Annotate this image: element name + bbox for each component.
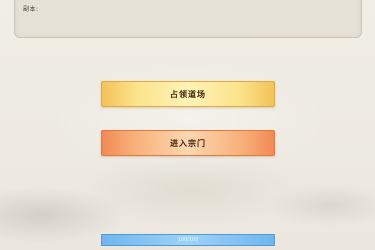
info-panel-text: 副本: xyxy=(23,6,39,13)
occupy-dojo-button[interactable]: 占领道场 xyxy=(101,81,275,107)
game-scene: 副本: 占领道场 进入宗门 100/100 xyxy=(0,0,375,250)
enter-sect-button-label: 进入宗门 xyxy=(170,138,206,148)
occupy-dojo-button-label: 占领道场 xyxy=(170,89,206,99)
progress-bar: 100/100 xyxy=(101,234,275,246)
progress-bar-label: 100/100 xyxy=(177,237,199,243)
info-panel: 副本: xyxy=(14,0,362,38)
enter-sect-button[interactable]: 进入宗门 xyxy=(101,130,275,156)
